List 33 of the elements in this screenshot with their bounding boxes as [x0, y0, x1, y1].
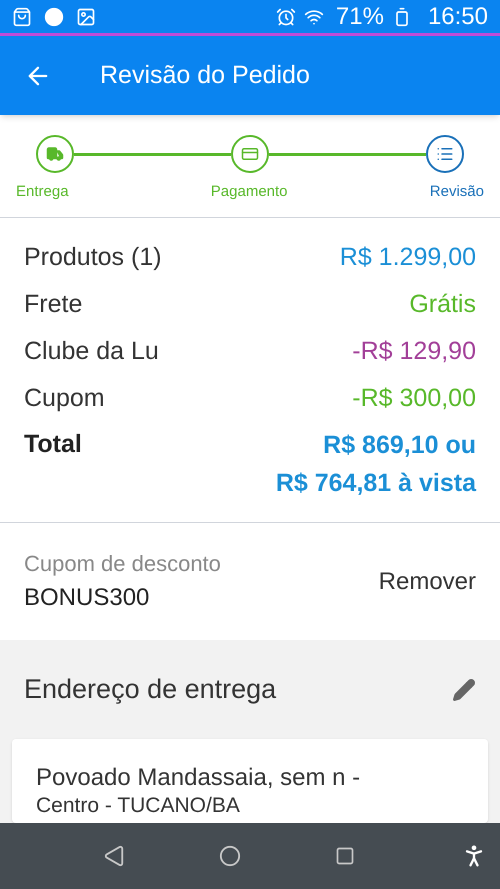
recents-icon[interactable]	[335, 846, 355, 866]
summary-value: -R$ 300,00	[352, 382, 476, 414]
home-icon[interactable]	[219, 845, 241, 867]
summary-value: -R$ 129,90	[352, 336, 476, 367]
total-label: Total	[24, 429, 82, 460]
back-nav-icon[interactable]	[103, 845, 125, 867]
summary-label: Cupom	[24, 382, 105, 414]
address-line: Povoado Mandassaia, sem n -	[36, 763, 362, 793]
cash-price: R$ 764,81 à vista	[276, 468, 476, 499]
card-icon	[241, 145, 259, 163]
summary-value: R$ 1.299,00	[340, 242, 476, 273]
alarm-icon	[276, 6, 296, 26]
step-label: Revisão	[430, 182, 484, 202]
coupon-label: Cupom de desconto	[24, 550, 221, 578]
edit-icon[interactable]	[452, 678, 476, 702]
step-label: Pagamento	[210, 182, 288, 202]
section-title: Endereço de entrega	[24, 673, 276, 706]
summary-value: Grátis	[409, 288, 476, 320]
battery-level: 71%	[336, 2, 384, 32]
remove-button[interactable]: Remover	[378, 564, 476, 600]
total-value: R$ 869,10 ou	[323, 430, 476, 461]
summary-label: Produtos (1)	[24, 242, 162, 273]
step-label: Entrega	[16, 182, 69, 202]
page-title: Revisão do Pedido	[100, 60, 310, 91]
summary-label: Clube da Lu	[24, 336, 159, 367]
summary-label: Frete	[24, 288, 82, 320]
coupon-code: BONUS300	[24, 583, 150, 613]
bag-icon	[12, 6, 32, 26]
clock: 16:50	[428, 2, 488, 32]
image-icon	[76, 6, 96, 26]
truck-icon	[46, 145, 64, 163]
address-line: Centro - TUCANO/BA	[36, 793, 241, 819]
list-icon	[436, 145, 454, 163]
